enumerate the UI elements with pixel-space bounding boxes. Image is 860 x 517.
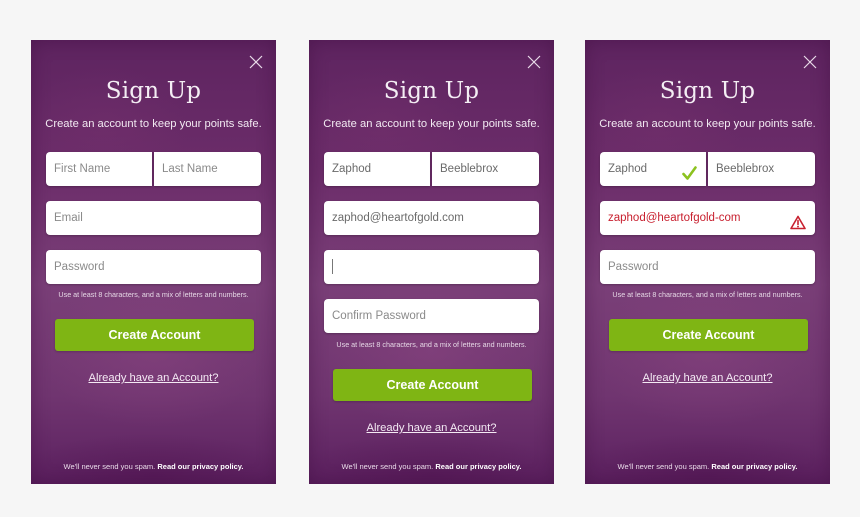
password-hint: Use at least 8 characters, and a mix of …	[58, 290, 249, 299]
privacy-policy-link[interactable]: Read our privacy policy.	[157, 462, 243, 471]
text-cursor	[332, 259, 333, 275]
email-input[interactable]: zaphod@heartofgold-com	[600, 201, 815, 235]
password-input[interactable]	[324, 250, 539, 284]
footer: We'll never send you spam. Read our priv…	[309, 462, 554, 471]
first-name-input[interactable]: Zaphod	[600, 152, 706, 186]
confirm-password-input[interactable]: Confirm Password	[324, 299, 539, 333]
privacy-policy-link[interactable]: Read our privacy policy.	[711, 462, 797, 471]
close-button[interactable]	[526, 54, 542, 70]
create-account-button[interactable]: Create Account	[609, 319, 808, 351]
signup-modal-empty: Sign Up Create an account to keep your p…	[31, 40, 276, 484]
close-icon	[803, 55, 817, 69]
create-account-button[interactable]: Create Account	[333, 369, 532, 401]
password-hint: Use at least 8 characters, and a mix of …	[336, 340, 527, 349]
warning-icon	[790, 210, 806, 235]
close-button[interactable]	[248, 54, 264, 70]
modal-title: Sign Up	[659, 78, 756, 104]
privacy-policy-link[interactable]: Read our privacy policy.	[435, 462, 521, 471]
email-input[interactable]: zaphod@heartofgold.com	[324, 201, 539, 235]
signup-modal-validation: Sign Up Create an account to keep your p…	[585, 40, 830, 484]
email-input[interactable]: Email	[46, 201, 261, 235]
last-name-input[interactable]: Beeblebrox	[708, 152, 815, 186]
first-name-input[interactable]: Zaphod	[324, 152, 430, 186]
last-name-input[interactable]: Last Name	[154, 152, 261, 186]
footer: We'll never send you spam. Read our priv…	[31, 462, 276, 471]
email-value: zaphod@heartofgold-com	[608, 212, 741, 224]
close-button[interactable]	[802, 54, 818, 70]
first-name-input[interactable]: First Name	[46, 152, 152, 186]
modal-subtitle: Create an account to keep your points sa…	[323, 118, 540, 130]
footer: We'll never send you spam. Read our priv…	[585, 462, 830, 471]
password-hint: Use at least 8 characters, and a mix of …	[612, 290, 803, 299]
close-icon	[527, 55, 541, 69]
already-have-account-link[interactable]: Already have an Account?	[309, 422, 554, 434]
signup-modal-filling: Sign Up Create an account to keep your p…	[309, 40, 554, 484]
already-have-account-link[interactable]: Already have an Account?	[31, 372, 276, 384]
modal-subtitle: Create an account to keep your points sa…	[45, 118, 262, 130]
footer-text: We'll never send you spam.	[341, 462, 434, 471]
password-input[interactable]: Password	[46, 250, 261, 284]
already-have-account-link[interactable]: Already have an Account?	[585, 372, 830, 384]
create-account-button[interactable]: Create Account	[55, 319, 254, 351]
password-input[interactable]: Password	[600, 250, 815, 284]
last-name-input[interactable]: Beeblebrox	[432, 152, 539, 186]
first-name-value: Zaphod	[608, 163, 648, 175]
modal-title: Sign Up	[383, 78, 480, 104]
modal-subtitle: Create an account to keep your points sa…	[599, 118, 816, 130]
close-icon	[249, 55, 263, 69]
footer-text: We'll never send you spam.	[617, 462, 710, 471]
check-icon	[682, 161, 697, 186]
modal-title: Sign Up	[105, 78, 202, 104]
footer-text: We'll never send you spam.	[63, 462, 156, 471]
